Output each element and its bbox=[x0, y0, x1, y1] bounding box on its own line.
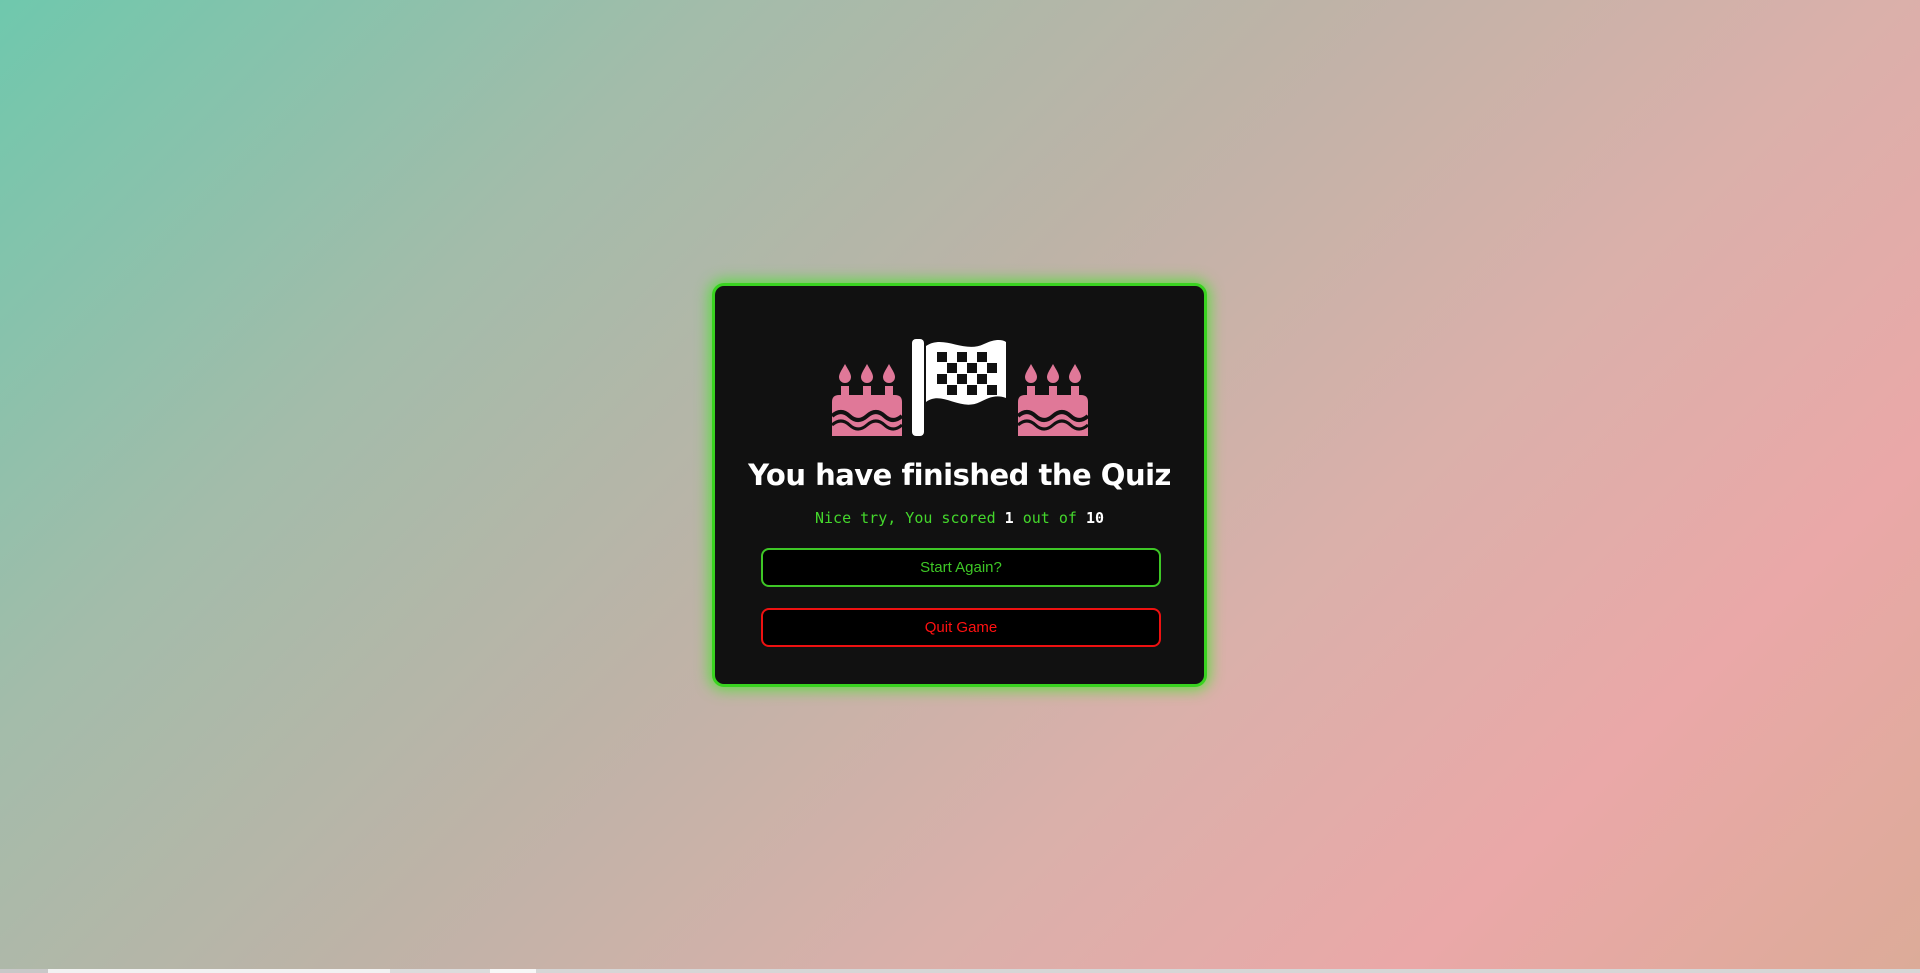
score-summary: Nice try, You scored 1 out of 10 bbox=[715, 509, 1204, 527]
score-value: 1 bbox=[1004, 509, 1014, 527]
score-total: 10 bbox=[1085, 509, 1104, 527]
birthday-cake-icon bbox=[1016, 364, 1089, 436]
quiz-result-card: You have finished the Quiz Nice try, You… bbox=[712, 283, 1207, 687]
celebration-icons bbox=[715, 336, 1204, 436]
checkered-flag-icon bbox=[911, 339, 1006, 436]
birthday-cake-icon bbox=[830, 364, 903, 436]
start-again-button[interactable]: Start Again? bbox=[761, 548, 1161, 587]
result-title: You have finished the Quiz bbox=[748, 458, 1171, 492]
score-middle: out of bbox=[1022, 509, 1077, 527]
taskbar-strip bbox=[0, 969, 1920, 973]
quit-game-button[interactable]: Quit Game bbox=[761, 608, 1161, 647]
score-prefix: Nice try, You scored bbox=[815, 509, 996, 527]
